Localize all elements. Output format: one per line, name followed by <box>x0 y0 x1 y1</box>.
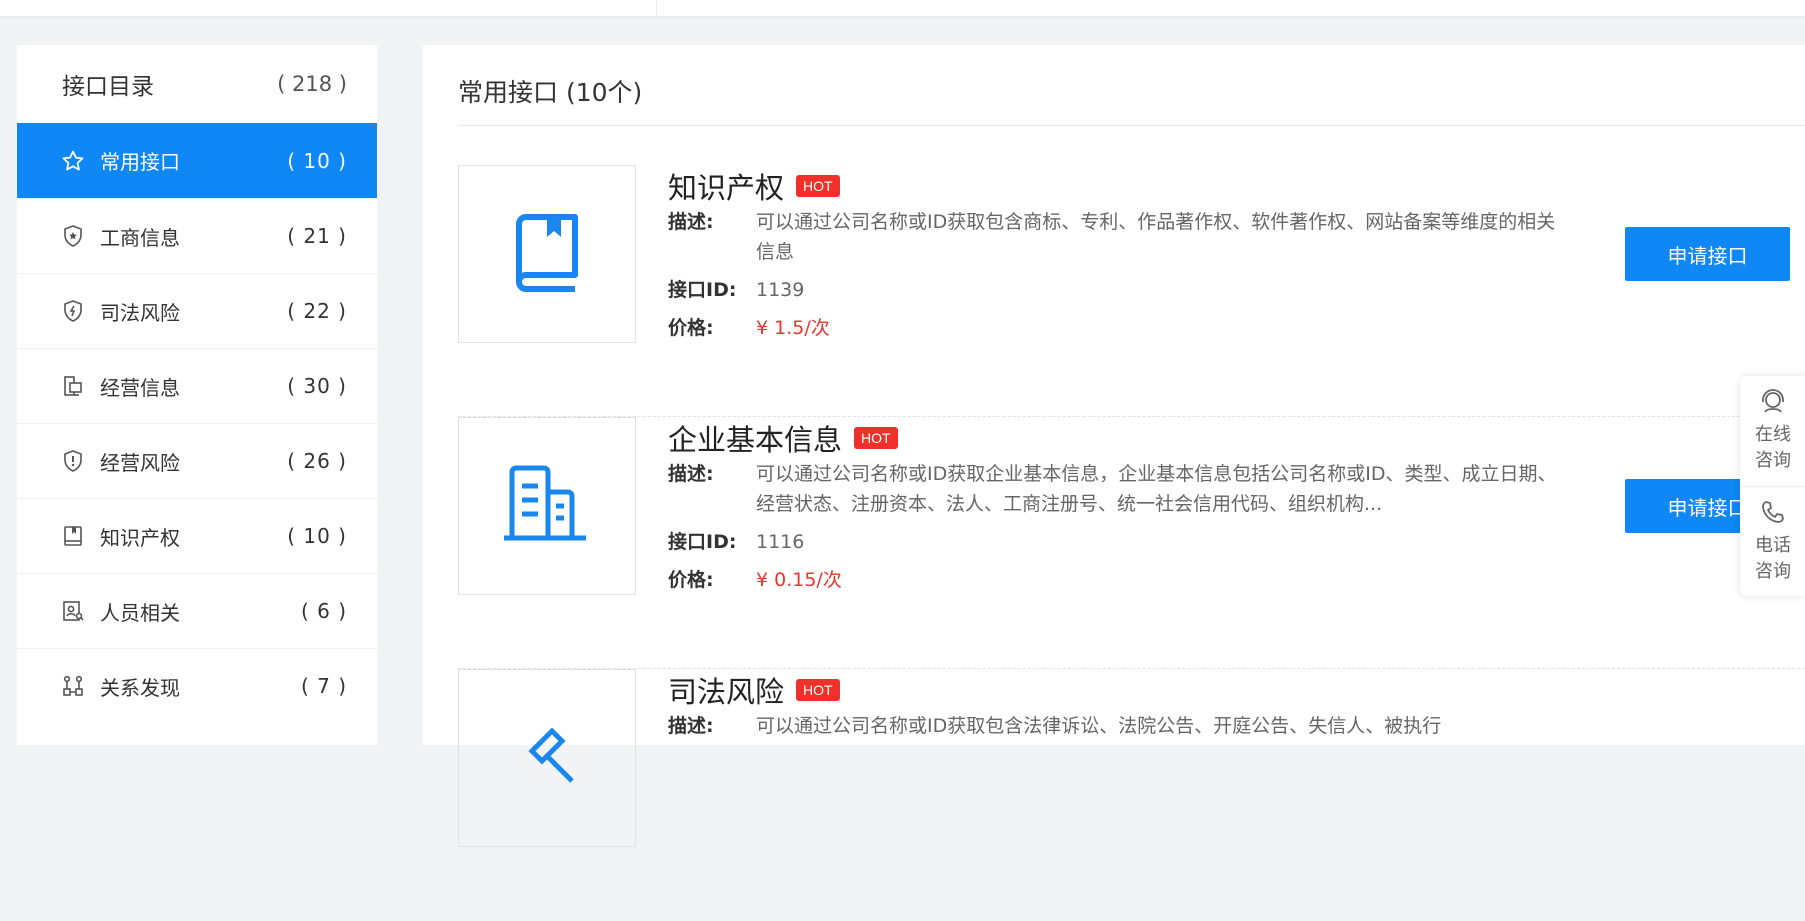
api-description-row: 描述: 可以通过公司名称或ID获取包含法律诉讼、法院公告、开庭公告、失信人、被执… <box>668 711 1566 741</box>
top-bar <box>0 0 1805 16</box>
sidebar-item-label: 工商信息 <box>100 225 180 250</box>
api-card: 企业基本信息 HOT 描述: 可以通过公司名称或ID获取企业基本信息，企业基本信… <box>458 417 1805 669</box>
sidebar-item-count: ( 26 ) <box>287 449 347 473</box>
api-price-row: 价格: ¥ 1.5/次 <box>668 313 1556 343</box>
person-search-icon <box>60 598 86 624</box>
headset-icon <box>1759 388 1787 422</box>
relation-icon <box>60 673 86 699</box>
hot-badge: HOT <box>796 679 840 701</box>
sidebar-item-count: ( 22 ) <box>287 299 347 323</box>
api-price: ¥ 0.15/次 <box>756 569 842 591</box>
badge-icon <box>60 223 86 249</box>
apply-api-button[interactable]: 申请接口 <box>1625 227 1790 281</box>
sidebar-header: 接口目录 ( 218 ) <box>17 45 377 123</box>
price-label: 价格: <box>668 317 714 339</box>
sidebar-item-label: 司法风险 <box>100 300 180 325</box>
sidebar-item-count: ( 10 ) <box>287 148 347 173</box>
main-panel: 常用接口 (10个) 知识产权 HOT 描述: 可以通过公司名称或ID获取包含商… <box>423 45 1805 847</box>
star-icon <box>60 148 86 174</box>
api-name[interactable]: 企业基本信息 HOT <box>668 417 898 459</box>
api-card: 知识产权 HOT 描述: 可以通过公司名称或ID获取包含商标、专利、作品著作权、… <box>458 165 1805 417</box>
api-thumbnail <box>458 165 636 343</box>
book-icon <box>60 523 86 549</box>
sidebar-item-personnel[interactable]: 人员相关 ( 6 ) <box>17 573 377 648</box>
sidebar-item-label: 常用接口 <box>100 150 180 174</box>
title-divider <box>458 125 1805 126</box>
sidebar-item-label: 知识产权 <box>100 525 180 550</box>
phone-consult-button[interactable]: 电话咨询 <box>1740 486 1805 597</box>
book-icon <box>511 212 583 296</box>
api-id: 1116 <box>756 531 805 553</box>
description-label: 描述: <box>668 715 714 737</box>
api-catalog-sidebar: 接口目录 ( 218 ) 常用接口 ( 10 ) 工商信息 ( 21 ) 司法风… <box>17 45 377 745</box>
sidebar-item-common[interactable]: 常用接口 ( 10 ) <box>17 123 377 198</box>
top-bar-divider <box>656 0 657 16</box>
api-id: 1139 <box>756 279 805 301</box>
sidebar-item-relations[interactable]: 关系发现 ( 7 ) <box>17 648 377 723</box>
api-thumbnail <box>458 417 636 595</box>
api-price-row: 价格: ¥ 0.15/次 <box>668 565 1556 595</box>
sidebar-item-operation-risk[interactable]: 经营风险 ( 26 ) <box>17 423 377 498</box>
api-name-text: 知识产权 <box>668 171 785 205</box>
api-description: 可以通过公司名称或ID获取包含法律诉讼、法院公告、开庭公告、失信人、被执行 <box>756 715 1442 737</box>
hot-badge: HOT <box>796 175 840 197</box>
api-description: 可以通过公司名称或ID获取包含商标、专利、作品著作权、软件著作权、网站备案等维度… <box>756 211 1556 263</box>
sidebar-item-count: ( 10 ) <box>287 524 347 548</box>
api-card: 司法风险 HOT 描述: 可以通过公司名称或ID获取包含法律诉讼、法院公告、开庭… <box>458 669 1805 921</box>
phone-icon <box>1760 499 1786 533</box>
alert-shield-icon <box>60 448 86 474</box>
price-label: 价格: <box>668 569 714 591</box>
api-thumbnail <box>458 669 636 847</box>
description-label: 描述: <box>668 211 714 233</box>
sidebar-item-operation-info[interactable]: 经营信息 ( 30 ) <box>17 348 377 423</box>
api-id-row: 接口ID: 1116 <box>668 527 1556 557</box>
api-id-row: 接口ID: 1139 <box>668 275 1556 305</box>
sidebar-item-count: ( 6 ) <box>300 599 347 623</box>
id-label: 接口ID: <box>668 531 737 553</box>
api-name[interactable]: 司法风险 HOT <box>668 669 840 711</box>
api-price: ¥ 1.5/次 <box>756 317 830 339</box>
sidebar-item-label: 关系发现 <box>100 675 180 700</box>
sidebar-item-label: 人员相关 <box>100 600 180 625</box>
sidebar-item-label: 经营风险 <box>100 450 180 475</box>
api-description: 可以通过公司名称或ID获取企业基本信息，企业基本信息包括公司名称或ID、类型、成… <box>756 463 1557 515</box>
api-name[interactable]: 知识产权 HOT <box>668 165 840 207</box>
description-label: 描述: <box>668 463 714 485</box>
sidebar-item-count: ( 7 ) <box>300 674 347 698</box>
api-name-text: 企业基本信息 <box>668 423 843 457</box>
shield-icon <box>60 298 86 324</box>
sidebar-item-count: ( 30 ) <box>287 374 347 398</box>
sidebar-total-count: ( 218 ) <box>277 72 347 96</box>
contact-widget: 在线咨询 电话咨询 <box>1740 376 1805 596</box>
api-name-text: 司法风险 <box>668 675 785 709</box>
online-consult-button[interactable]: 在线咨询 <box>1740 376 1805 486</box>
online-consult-label: 在线咨询 <box>1755 424 1791 471</box>
sidebar-item-ip[interactable]: 知识产权 ( 10 ) <box>17 498 377 573</box>
building-icon <box>502 464 592 548</box>
sidebar-item-label: 经营信息 <box>100 375 180 400</box>
sidebar-item-count: ( 21 ) <box>287 224 347 248</box>
api-description-row: 描述: 可以通过公司名称或ID获取包含商标、专利、作品著作权、软件著作权、网站备… <box>668 207 1556 267</box>
sidebar-item-business-info[interactable]: 工商信息 ( 21 ) <box>17 198 377 273</box>
sidebar-title: 接口目录 <box>62 74 154 100</box>
gavel-icon <box>512 721 582 795</box>
id-label: 接口ID: <box>668 279 737 301</box>
device-icon <box>60 373 86 399</box>
phone-consult-label: 电话咨询 <box>1755 535 1791 582</box>
api-description-row: 描述: 可以通过公司名称或ID获取企业基本信息，企业基本信息包括公司名称或ID、… <box>668 459 1566 519</box>
hot-badge: HOT <box>854 427 898 449</box>
sidebar-item-judicial-risk[interactable]: 司法风险 ( 22 ) <box>17 273 377 348</box>
page-title: 常用接口 (10个) <box>458 78 643 107</box>
